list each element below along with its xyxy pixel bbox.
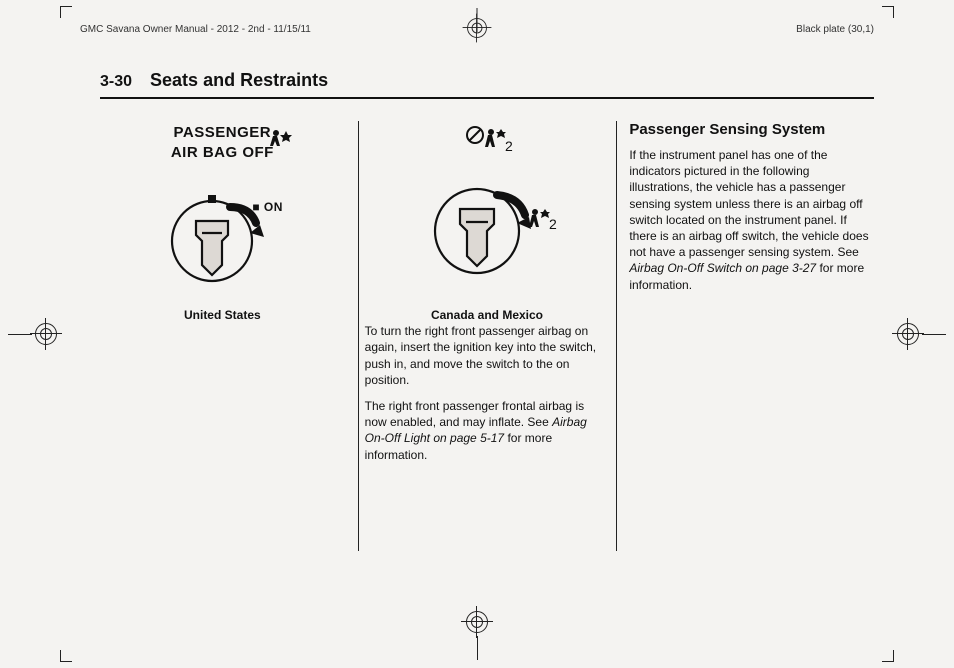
registration-mark-bottom bbox=[467, 612, 487, 660]
page-heading: 3-30 Seats and Restraints bbox=[100, 70, 874, 99]
illus-label-on: ■ ON bbox=[252, 199, 283, 215]
registration-mark-left bbox=[8, 324, 56, 344]
col2-para-2: The right front passenger frontal airbag… bbox=[365, 398, 610, 463]
airbag-switch-ca-mx-svg: 2 2 bbox=[397, 121, 577, 301]
airbag-switch-illustration-us: PASSENGER AIR BAG OFF ■ ON bbox=[132, 121, 312, 301]
figure-caption-us: United States bbox=[100, 307, 345, 323]
columns: PASSENGER AIR BAG OFF ■ ON bbox=[100, 121, 874, 551]
airbag-on-icon: 2 bbox=[529, 209, 557, 232]
col3-para-1: If the instrument panel has one of the i… bbox=[629, 147, 874, 293]
column-divider-1 bbox=[358, 121, 359, 551]
print-header-left: GMC Savana Owner Manual - 2012 - 2nd - 1… bbox=[80, 24, 311, 35]
crop-tick-br bbox=[882, 650, 894, 662]
page-body: 3-30 Seats and Restraints PASSENGER AIR … bbox=[100, 70, 874, 608]
manual-page: GMC Savana Owner Manual - 2012 - 2nd - 1… bbox=[0, 0, 954, 668]
print-header-strip: GMC Savana Owner Manual - 2012 - 2nd - 1… bbox=[80, 20, 874, 38]
column-1: PASSENGER AIR BAG OFF ■ ON bbox=[100, 121, 345, 551]
xref-airbag-onoff-switch: Airbag On-Off Switch on page 3-27 bbox=[629, 261, 816, 275]
airbag-switch-illustration-ca-mx: 2 2 bbox=[397, 121, 577, 301]
crop-tick-bl bbox=[60, 650, 72, 662]
airbag-off-icon: 2 bbox=[467, 127, 513, 154]
section-title: Seats and Restraints bbox=[150, 70, 328, 91]
crop-tick-tl bbox=[60, 6, 72, 18]
svg-text:2: 2 bbox=[549, 216, 557, 232]
print-header-right: Black plate (30,1) bbox=[796, 24, 874, 35]
registration-mark-header bbox=[467, 18, 487, 41]
column-divider-2 bbox=[616, 121, 617, 551]
column-2: 2 2 Canada and Mexico To turn the right … bbox=[365, 121, 610, 551]
illus-label-passenger: PASSENGER bbox=[132, 123, 312, 143]
page-number: 3-30 bbox=[100, 73, 132, 91]
figure-caption-ca-mx: Canada and Mexico bbox=[365, 307, 610, 323]
col2-para-1: To turn the right front passenger airbag… bbox=[365, 323, 610, 388]
crop-tick-tr bbox=[882, 6, 894, 18]
column-3: Passenger Sensing System If the instrume… bbox=[629, 121, 874, 551]
col3-heading: Passenger Sensing System bbox=[629, 121, 874, 139]
svg-text:2: 2 bbox=[505, 138, 513, 154]
illus-label-airbag-off: AIR BAG OFF bbox=[132, 143, 312, 163]
registration-mark-right bbox=[898, 324, 946, 344]
